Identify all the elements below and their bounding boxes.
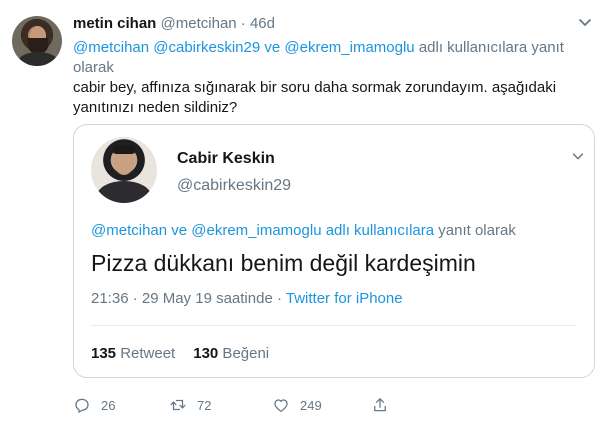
- like-button[interactable]: 249: [272, 394, 322, 416]
- retweet-stat[interactable]: 135 Retweet: [91, 345, 175, 362]
- author-handle[interactable]: @metcihan: [161, 15, 237, 32]
- tweet-text: cabir bey, affınıza sığınarak bir soru d…: [73, 79, 557, 116]
- quoted-reply-context: @metcihan ve @ekrem_imamoglu adlı kullan…: [91, 222, 516, 239]
- reply-count: 26: [101, 397, 116, 413]
- quoted-source[interactable]: Twitter for iPhone: [286, 290, 403, 307]
- separator-dot: ·: [240, 15, 246, 32]
- tweet-time[interactable]: 46d: [250, 15, 275, 32]
- like-count: 130: [193, 345, 219, 362]
- author-name[interactable]: metin cihan: [73, 15, 156, 32]
- reply-mentions[interactable]: @metcihan @cabirkeskin29 ve @ekrem_imamo…: [73, 39, 415, 56]
- author-avatar[interactable]: [12, 16, 62, 66]
- retweet-button[interactable]: 72: [169, 394, 211, 416]
- quoted-avatar[interactable]: [91, 137, 157, 203]
- like-label: Beğeni: [218, 345, 270, 362]
- quoted-reply-mentions[interactable]: @metcihan ve @ekrem_imamoglu adlı kullan…: [91, 222, 434, 239]
- like-count-action: 249: [300, 397, 322, 413]
- divider: [91, 325, 577, 326]
- retweet-icon: [170, 399, 186, 411]
- caret-down-icon[interactable]: [571, 149, 585, 163]
- quoted-tweet-text: Pizza dükkanı benim değil kardeşimin: [91, 250, 476, 276]
- reply-icon: [75, 398, 89, 413]
- tweet[interactable]: metin cihan @metcihan · 46d @metcihan @c…: [0, 0, 600, 432]
- quoted-meta: 21:36 · 29 May 19 saatinde · Twitter for…: [91, 290, 403, 307]
- avatar-body: [18, 52, 58, 66]
- quoted-timestamp[interactable]: 21:36 · 29 May 19 saatinde ·: [91, 290, 286, 307]
- caret-down-icon[interactable]: [577, 14, 593, 30]
- share-button[interactable]: [371, 394, 389, 416]
- retweet-count-action: 72: [197, 397, 212, 413]
- retweet-count: 135: [91, 345, 117, 362]
- avatar-shirt: [97, 181, 151, 203]
- quoted-reply-suffix: yanıt olarak: [434, 222, 516, 239]
- quoted-tweet[interactable]: Cabir Keskin @cabirkeskin29 @metcihan ve…: [73, 124, 595, 378]
- quoted-stats: 135 Retweet 130 Beğeni: [91, 345, 269, 362]
- quoted-author-name[interactable]: Cabir Keskin: [177, 150, 275, 168]
- like-icon: [274, 399, 288, 413]
- share-icon: [374, 398, 386, 412]
- action-bar: 26 72 249: [73, 394, 403, 416]
- like-stat[interactable]: 130 Beğeni: [193, 345, 269, 362]
- retweet-label: Retweet: [116, 345, 176, 362]
- avatar-hair: [113, 145, 135, 154]
- reply-context: @metcihan @cabirkeskin29 ve @ekrem_imamo…: [73, 38, 573, 78]
- quoted-author-handle[interactable]: @cabirkeskin29: [177, 177, 291, 195]
- reply-button[interactable]: 26: [73, 394, 115, 416]
- tweet-header: metin cihan @metcihan · 46d: [73, 15, 275, 33]
